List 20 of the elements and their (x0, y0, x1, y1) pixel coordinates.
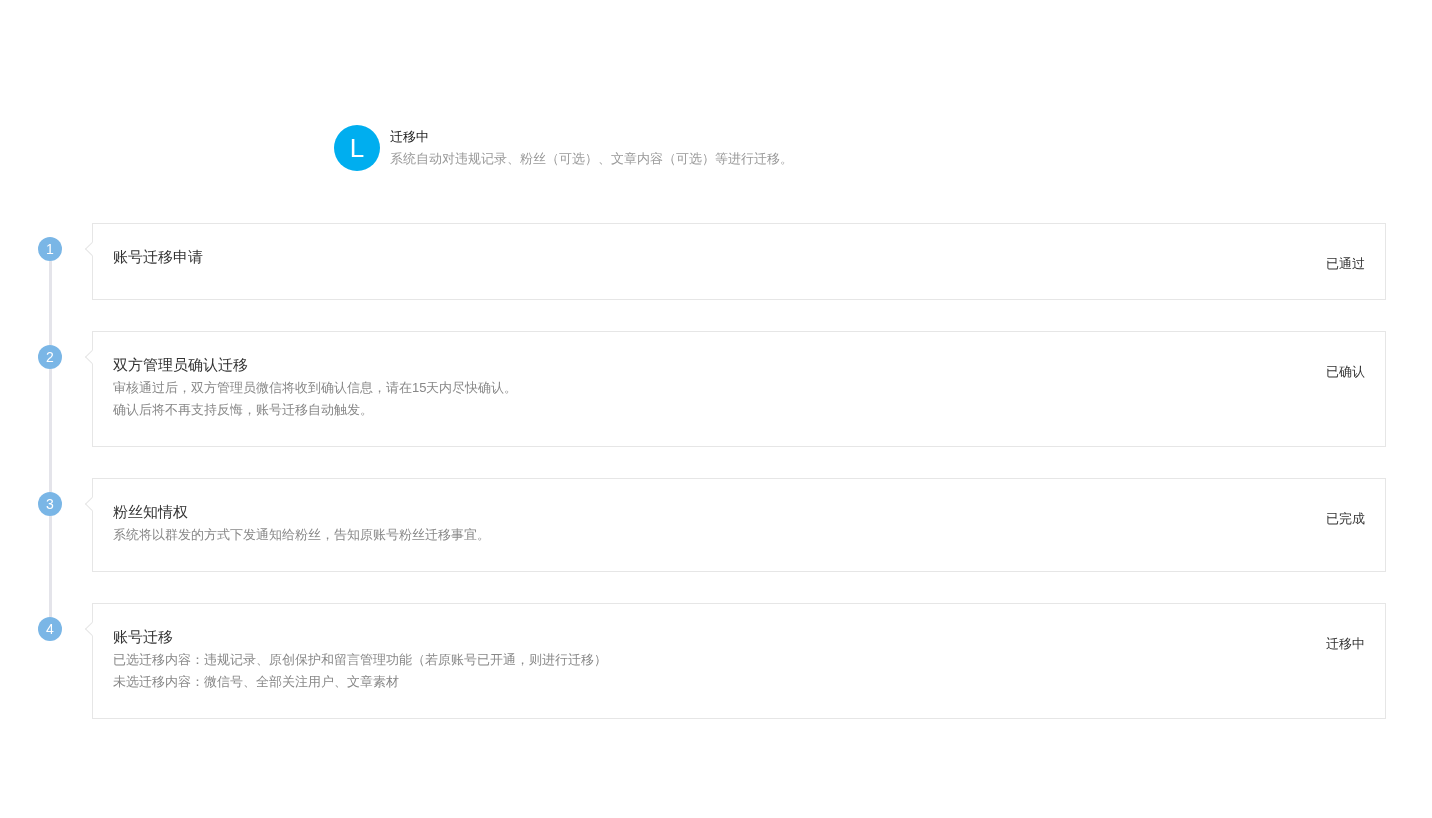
step-number: 1 (38, 237, 62, 261)
step-status: 已通过 (1326, 255, 1365, 273)
step-title: 粉丝知情权 (113, 502, 189, 522)
status-title: 迁移中 (390, 128, 430, 146)
step-description: 确认后将不再支持反悔，账号迁移自动触发。 (113, 401, 374, 419)
step-description: 系统将以群发的方式下发通知给粉丝，告知原账号粉丝迁移事宜。 (113, 526, 490, 544)
avatar: L (334, 125, 380, 171)
step-title: 双方管理员确认迁移 (113, 355, 249, 375)
step-number: 4 (38, 617, 62, 641)
step-description: 已选迁移内容：违规记录、原创保护和留言管理功能（若原账号已开通，则进行迁移） (113, 651, 607, 669)
step-title: 账号迁移 (113, 627, 174, 647)
step-description: 未选迁移内容：微信号、全部关注用户、文章素材 (113, 673, 400, 691)
step-title: 账号迁移申请 (113, 247, 203, 267)
step-description: 审核通过后，双方管理员微信将收到确认信息，请在15天内尽快确认。 (113, 379, 518, 397)
status-description: 系统自动对违规记录、粉丝（可选）、文章内容（可选）等进行迁移。 (390, 150, 793, 168)
step-status: 迁移中 (1326, 635, 1365, 653)
step-number: 2 (38, 345, 62, 369)
step-status: 已完成 (1326, 510, 1365, 528)
step-number: 3 (38, 492, 62, 516)
step-status: 已确认 (1326, 363, 1365, 381)
